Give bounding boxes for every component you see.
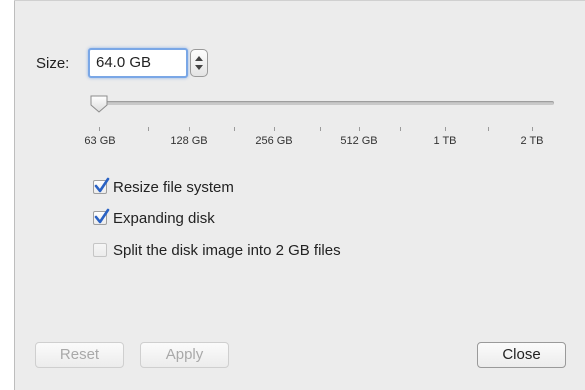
size-stepper[interactable] (190, 49, 208, 77)
expanding-disk-label: Expanding disk (113, 209, 215, 227)
slider-tick (320, 127, 321, 131)
split-disk-image-checkbox[interactable] (93, 243, 107, 257)
slider-tick (445, 127, 446, 131)
slider-tick-label: 256 GB (255, 135, 293, 147)
slider-tick-label: 2 TB (520, 135, 544, 147)
slider-tick-label: 1 TB (433, 135, 457, 147)
slider-tick (234, 127, 235, 131)
stepper-up-arrow-icon[interactable] (195, 56, 203, 61)
resize-file-system-label: Resize file system (113, 178, 234, 196)
panel-top-border (14, 0, 585, 1)
size-slider-knob[interactable] (89, 94, 109, 114)
close-button[interactable]: Close (477, 342, 566, 368)
resize-file-system-option[interactable]: Resize file system (93, 177, 234, 196)
split-disk-image-option[interactable]: Split the disk image into 2 GB files (93, 241, 341, 259)
slider-tick-label: 63 GB (84, 135, 116, 147)
size-label: Size: (36, 55, 70, 72)
resize-file-system-checkbox[interactable] (93, 177, 110, 194)
slider-tick (99, 127, 100, 131)
expanding-disk-checkbox[interactable] (93, 208, 110, 225)
apply-button[interactable]: Apply (140, 342, 229, 368)
slider-tick-label: 512 GB (340, 135, 378, 147)
slider-tick (359, 127, 360, 131)
checkmark-icon (94, 208, 110, 224)
slider-tick (274, 127, 275, 131)
expanding-disk-option[interactable]: Expanding disk (93, 208, 215, 227)
split-disk-image-label: Split the disk image into 2 GB files (113, 241, 341, 259)
slider-tick (532, 127, 533, 131)
slider-tick (400, 127, 401, 131)
slider-tick (189, 127, 190, 131)
size-input[interactable]: 64.0 GB (88, 48, 188, 78)
slider-tick-label: 128 GB (170, 135, 208, 147)
slider-tick (488, 127, 489, 131)
size-slider-track[interactable] (96, 101, 554, 105)
stepper-down-arrow-icon[interactable] (195, 65, 203, 70)
checkmark-icon (94, 177, 110, 193)
slider-tick (148, 127, 149, 131)
reset-button[interactable]: Reset (35, 342, 124, 368)
